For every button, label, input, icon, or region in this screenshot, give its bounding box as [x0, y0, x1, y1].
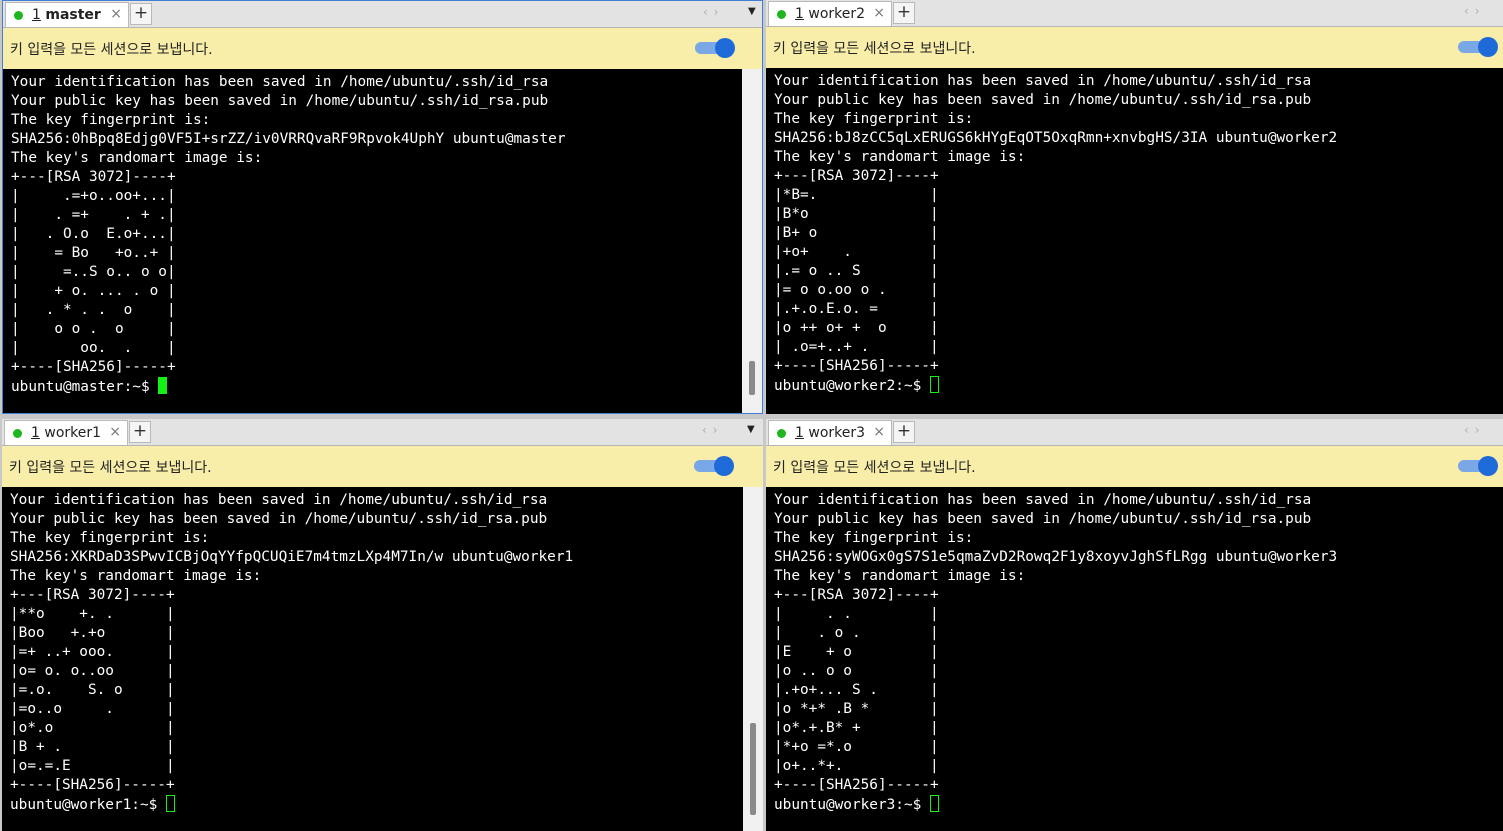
- tab-scroll-arrows-icon[interactable]: ‹›: [703, 5, 725, 19]
- session-status-icon: [777, 10, 786, 19]
- broadcast-toggle[interactable]: [1458, 37, 1498, 57]
- shell-prompt: ubuntu@worker2:~$: [774, 378, 930, 394]
- terminal-output[interactable]: Your identification has been saved in /h…: [766, 68, 1503, 414]
- tab-label: worker1: [44, 425, 102, 441]
- broadcast-message: 키 입력을 모든 세션으로 보냅니다.: [9, 460, 212, 476]
- tab-bar: 1 worker2 × + ‹›: [766, 0, 1503, 27]
- text-cursor: [929, 376, 939, 393]
- session-status-icon: [14, 11, 23, 20]
- tab-label: worker2: [808, 6, 866, 22]
- scrollbar[interactable]: [742, 69, 762, 413]
- tab-list-dropdown-icon[interactable]: ▼: [747, 424, 755, 435]
- add-tab-button[interactable]: +: [129, 421, 151, 443]
- broadcast-banner: 키 입력을 모든 세션으로 보냅니다.: [766, 27, 1503, 68]
- terminal-output[interactable]: Your identification has been saved in /h…: [3, 69, 742, 413]
- tab-bar: 1 master × + ‹› ▼: [3, 1, 762, 28]
- key-fingerprint: SHA256:bJ8zCC5qLxERUGS6kHYgEqOT5OxqRmn+x…: [774, 130, 1338, 146]
- tab-label: worker3: [808, 425, 866, 441]
- broadcast-banner: 키 입력을 모든 세션으로 보냅니다.: [2, 446, 763, 487]
- key-fingerprint: SHA256:0hBpq8Edjg0VF5I+srZZ/iv0VRRQvaRF9…: [11, 131, 566, 147]
- shell-prompt: ubuntu@worker3:~$: [774, 797, 930, 813]
- add-tab-button[interactable]: +: [130, 3, 152, 25]
- terminal-pane-master: 1 master × + ‹› ▼ 키 입력을 모든 세션으로 보냅니다. Yo…: [2, 0, 763, 414]
- tab-worker2[interactable]: 1 worker2 ×: [768, 1, 892, 26]
- tab-master[interactable]: 1 master ×: [5, 2, 129, 27]
- session-status-icon: [13, 429, 22, 438]
- text-cursor: [165, 795, 175, 812]
- tab-scroll-arrows-icon[interactable]: ‹›: [702, 423, 724, 437]
- add-tab-button[interactable]: +: [893, 421, 915, 443]
- broadcast-message: 키 입력을 모든 세션으로 보냅니다.: [10, 42, 213, 58]
- broadcast-banner: 키 입력을 모든 세션으로 보냅니다.: [766, 446, 1503, 487]
- tab-scroll-arrows-icon[interactable]: ‹›: [1464, 4, 1486, 18]
- tab-scroll-arrows-icon[interactable]: ‹›: [1464, 423, 1486, 437]
- broadcast-message: 키 입력을 모든 세션으로 보냅니다.: [773, 460, 976, 476]
- terminal-pane-worker1: 1 worker1 × + ‹› ▼ 키 입력을 모든 세션으로 보냅니다. Y…: [2, 419, 763, 831]
- broadcast-toggle[interactable]: [694, 456, 734, 476]
- text-cursor: [158, 377, 168, 394]
- close-tab-icon[interactable]: ×: [110, 6, 122, 22]
- text-cursor: [929, 795, 939, 812]
- broadcast-message: 키 입력을 모든 세션으로 보냅니다.: [773, 41, 976, 57]
- shell-prompt: ubuntu@master:~$: [11, 379, 159, 395]
- tab-number: 1: [795, 6, 804, 22]
- key-fingerprint: SHA256:XKRDaD3SPwvICBjOqYYfpQCUQiE7m4tmz…: [10, 549, 574, 565]
- tab-label: master: [45, 7, 101, 23]
- close-tab-icon[interactable]: ×: [873, 5, 885, 21]
- terminal-pane-worker3: 1 worker3 × + ‹› 키 입력을 모든 세션으로 보냅니다. You…: [766, 419, 1503, 831]
- terminal-output[interactable]: Your identification has been saved in /h…: [2, 487, 743, 831]
- shell-prompt: ubuntu@worker1:~$: [10, 797, 166, 813]
- session-status-icon: [777, 429, 786, 438]
- terminal-output[interactable]: Your identification has been saved in /h…: [766, 487, 1503, 831]
- tab-number: 1: [32, 7, 41, 23]
- tab-bar: 1 worker3 × + ‹›: [766, 419, 1503, 446]
- tab-worker3[interactable]: 1 worker3 ×: [768, 420, 892, 445]
- broadcast-toggle[interactable]: [695, 38, 735, 58]
- tab-worker1[interactable]: 1 worker1 ×: [4, 420, 128, 445]
- scrollbar[interactable]: [743, 487, 763, 831]
- tab-number: 1: [31, 425, 40, 441]
- tab-bar: 1 worker1 × + ‹› ▼: [2, 419, 763, 446]
- tab-list-dropdown-icon[interactable]: ▼: [748, 6, 756, 17]
- broadcast-toggle[interactable]: [1458, 456, 1498, 476]
- add-tab-button[interactable]: +: [893, 2, 915, 24]
- broadcast-banner: 키 입력을 모든 세션으로 보냅니다.: [3, 28, 762, 69]
- close-tab-icon[interactable]: ×: [109, 424, 121, 440]
- tab-number: 1: [795, 425, 804, 441]
- terminal-pane-worker2: 1 worker2 × + ‹› 키 입력을 모든 세션으로 보냅니다. You…: [766, 0, 1503, 414]
- key-fingerprint: SHA256:syWOGx0gS7S1e5qmaZvD2Rowq2F1y8xoy…: [774, 549, 1338, 565]
- close-tab-icon[interactable]: ×: [873, 424, 885, 440]
